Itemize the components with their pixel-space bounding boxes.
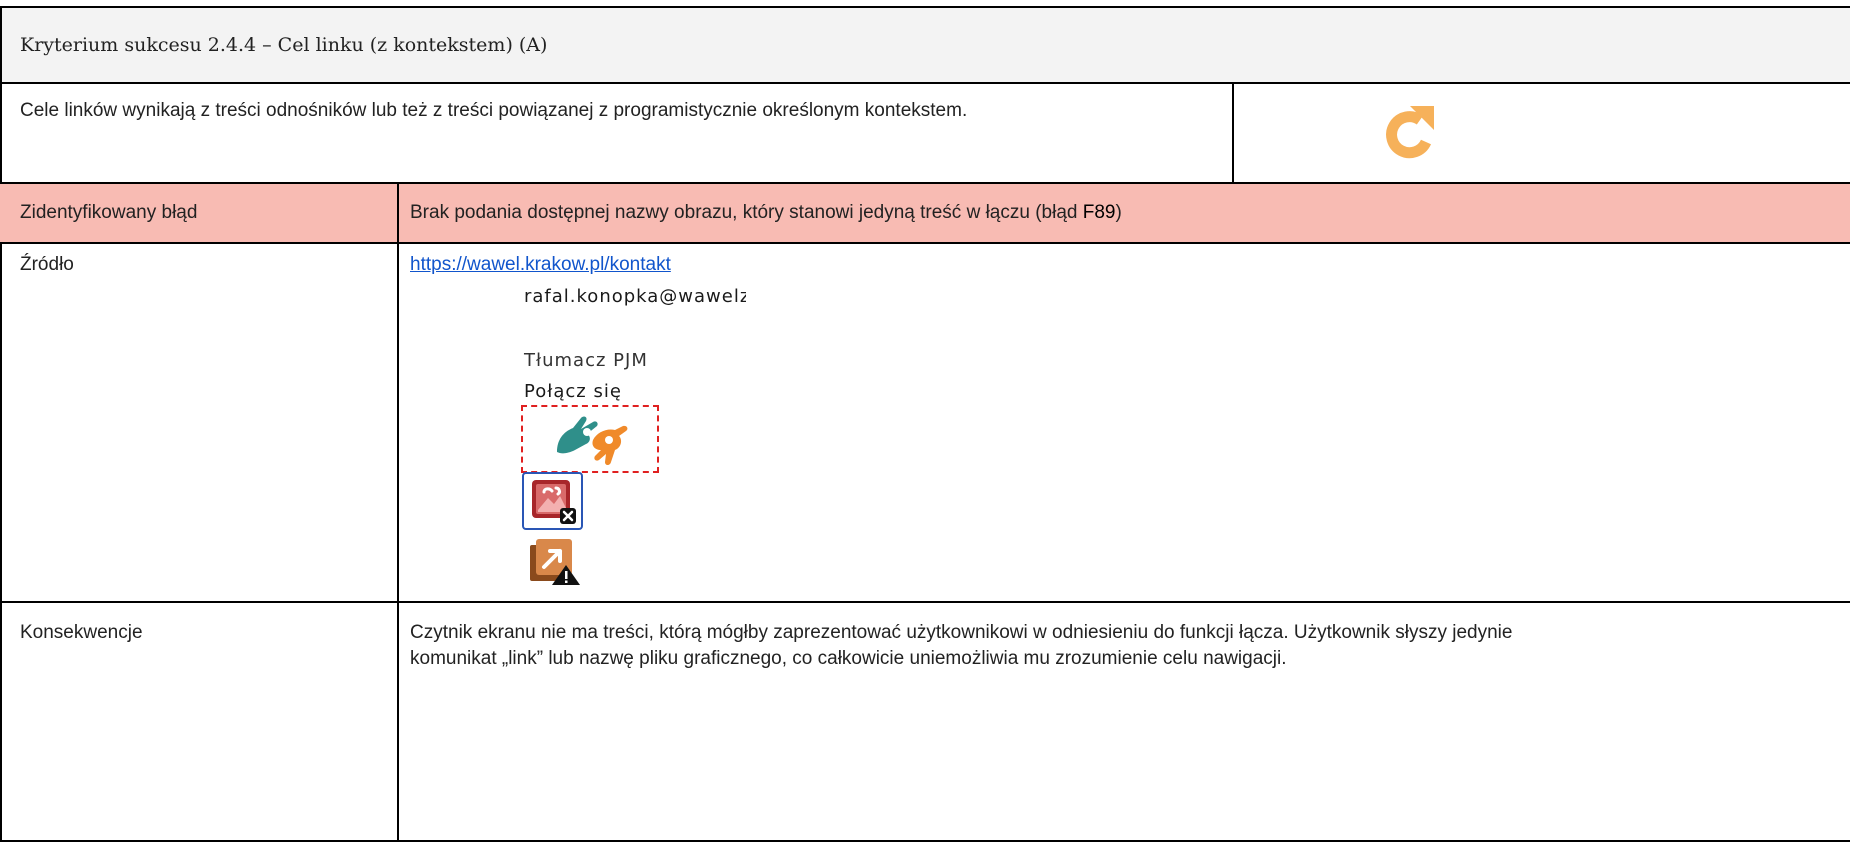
screenshot-section: Tłumacz PJM xyxy=(524,350,648,371)
error-description: Brak podania dostępnej nazwy obrazu, któ… xyxy=(410,200,1122,226)
image-link-warning-icon xyxy=(530,539,580,585)
sign-language-hands-icon xyxy=(557,416,628,465)
issue-table xyxy=(0,182,1850,842)
description-divider xyxy=(1232,82,1234,184)
row-divider xyxy=(0,182,1850,184)
error-code: F89 xyxy=(1082,202,1116,223)
consequences-label: Konsekwencje xyxy=(20,622,143,643)
screenshot-action: Połącz się xyxy=(524,381,622,402)
source-link[interactable]: https://wawel.krakow.pl/kontakt xyxy=(410,252,671,278)
column-divider xyxy=(397,182,399,842)
refresh-icon xyxy=(1386,106,1434,159)
error-text-end: ) xyxy=(1115,202,1122,223)
consequences-text: Czytnik ekranu nie ma treści, którą mógł… xyxy=(410,622,1513,669)
criterion-description-row xyxy=(0,82,1850,184)
row-divider xyxy=(0,242,1850,244)
row-divider xyxy=(0,601,1850,603)
broken-image-link-icon xyxy=(532,480,576,524)
criterion-description: Cele linków wynikają z treści odnośników… xyxy=(20,100,968,121)
source-label: Źródło xyxy=(20,254,74,275)
error-label: Zidentyfikowany błąd xyxy=(20,202,198,223)
error-text: Brak podania dostępnej nazwy obrazu, któ… xyxy=(410,202,1083,223)
criterion-title: Kryterium sukcesu 2.4.4 – Cel linku (z k… xyxy=(20,34,548,56)
screenshot-email: rafal.konopka@wawelz xyxy=(524,286,746,307)
